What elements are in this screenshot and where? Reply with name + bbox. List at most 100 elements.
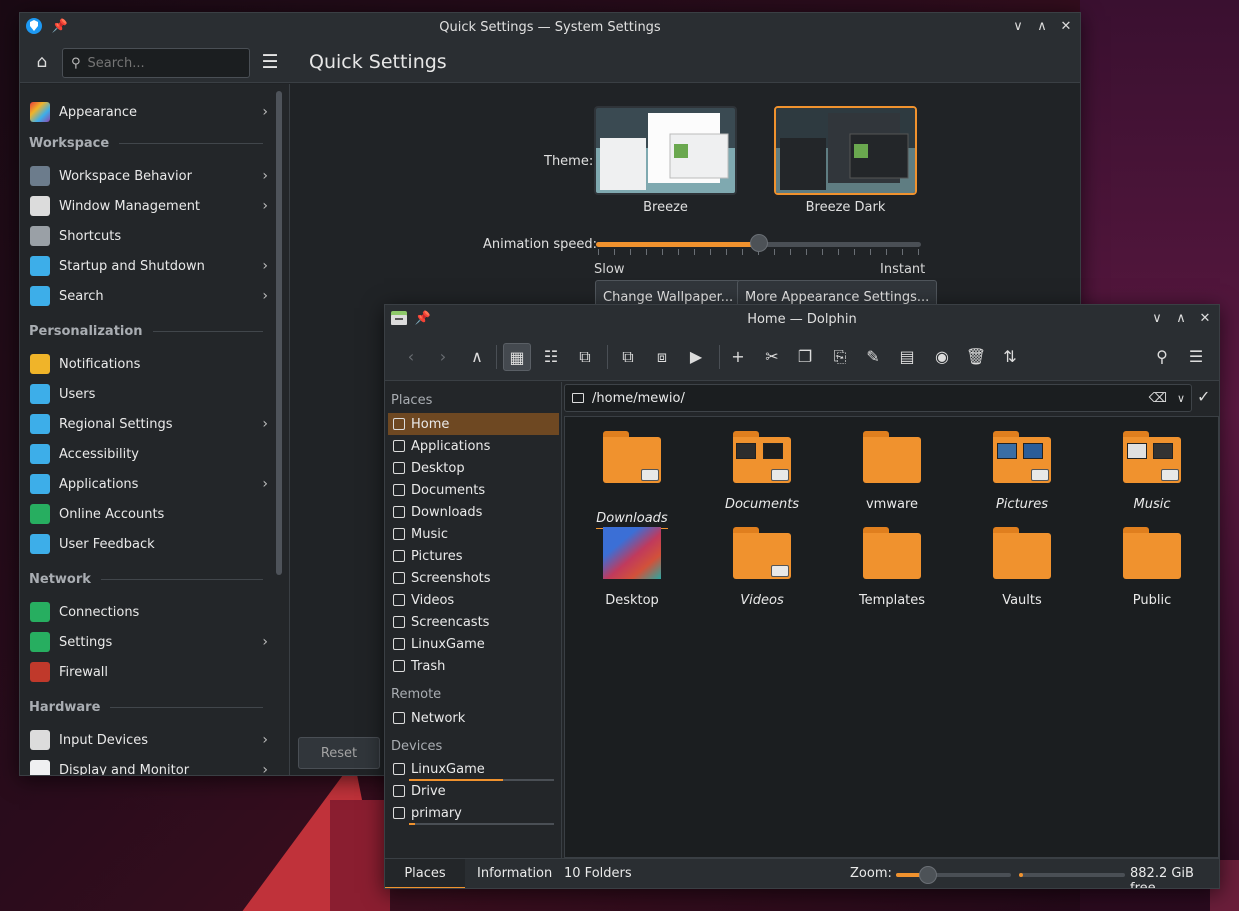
location-path[interactable]: /home/mewio/ — [592, 391, 685, 406]
details-view-icon[interactable]: ⧉ — [571, 343, 599, 371]
places-item-music[interactable]: Music — [388, 523, 559, 545]
places-item-linuxgame[interactable]: LinuxGame — [388, 633, 559, 655]
paste-icon[interactable]: ⎘ — [826, 343, 854, 371]
compact-view-icon[interactable]: ☷ — [537, 343, 565, 371]
folder-icon — [393, 440, 405, 452]
split-view-icon[interactable]: ⧉ — [614, 343, 642, 371]
zoom-handle[interactable] — [919, 866, 937, 884]
folder-item-vmware[interactable]: vmware — [842, 431, 942, 512]
reset-button[interactable]: Reset — [298, 737, 380, 769]
location-bar[interactable]: /home/mewio/ ⌫ ∨ — [564, 384, 1192, 412]
theme-card-breeze-dark[interactable] — [774, 106, 917, 195]
rename-icon[interactable]: ✎ — [859, 343, 887, 371]
sidebar-item-display-and-monitor[interactable]: Display and Monitor › — [28, 756, 268, 775]
system-settings-app-icon[interactable] — [24, 17, 44, 37]
tab-information[interactable]: Information — [465, 859, 564, 888]
settings-titlebar[interactable]: 📌 Quick Settings — System Settings ∨ ∧ ✕ — [20, 13, 1080, 41]
places-item-screenshots[interactable]: Screenshots — [388, 567, 559, 589]
preview-icon[interactable]: ◉ — [928, 343, 956, 371]
sidebar-item-input-devices[interactable]: Input Devices › — [28, 726, 268, 754]
menu-button[interactable]: ☰ — [258, 50, 282, 74]
pin-icon[interactable]: 📌 — [413, 309, 433, 329]
sidebar-item-search[interactable]: Search › — [28, 282, 268, 310]
icons-view-icon[interactable]: ▦ — [503, 343, 531, 371]
sidebar-item-startup-and-shutdown[interactable]: Startup and Shutdown › — [28, 252, 268, 280]
places-item-network[interactable]: Network — [388, 707, 559, 729]
places-section-heading: Remote — [391, 687, 442, 702]
minimize-button[interactable]: ∨ — [1147, 309, 1167, 329]
theme-card-breeze[interactable] — [594, 106, 737, 195]
close-button[interactable]: ✕ — [1195, 309, 1215, 329]
places-item-trash[interactable]: Trash — [388, 655, 559, 677]
back-icon[interactable]: ‹ — [397, 343, 425, 371]
places-item-home[interactable]: Home — [388, 413, 559, 435]
chevron-down-icon[interactable]: ∨ — [1177, 392, 1185, 405]
slider-handle[interactable] — [749, 234, 768, 252]
maximize-button[interactable]: ∧ — [1032, 17, 1052, 37]
places-item-documents[interactable]: Documents — [388, 479, 559, 501]
places-item-primary[interactable]: primary — [388, 802, 559, 824]
folder-item-vaults[interactable]: Vaults — [972, 527, 1072, 608]
search-input[interactable] — [87, 55, 238, 71]
up-icon[interactable]: ∧ — [463, 343, 491, 371]
folder-item-videos[interactable]: Videos — [712, 527, 812, 608]
new-window-icon[interactable]: ⧈ — [648, 343, 676, 371]
sidebar-item-window-management[interactable]: Window Management › — [28, 192, 268, 220]
zoom-slider[interactable] — [896, 873, 1011, 877]
sidebar-item-regional-settings[interactable]: Regional Settings › — [28, 410, 268, 438]
places-item-screencasts[interactable]: Screencasts — [388, 611, 559, 633]
sidebar-item-applications[interactable]: Applications › — [28, 470, 268, 498]
sidebar-item-accessibility[interactable]: Accessibility — [28, 440, 268, 468]
home-button[interactable]: ⌂ — [30, 50, 54, 74]
search-icon[interactable]: ⚲ — [1148, 343, 1176, 371]
tab-places[interactable]: Places — [385, 859, 465, 888]
sidebar-item-users[interactable]: Users — [28, 380, 268, 408]
folder-item-downloads[interactable]: Downloads — [582, 431, 682, 529]
folder-item-music[interactable]: Music — [1102, 431, 1202, 512]
folder-item-public[interactable]: Public — [1102, 527, 1202, 608]
slider-fill — [596, 242, 759, 247]
places-item-applications[interactable]: Applications — [388, 435, 559, 457]
slider-tick — [630, 249, 631, 255]
dolphin-app-icon[interactable] — [389, 309, 409, 329]
sidebar-item-connections[interactable]: Connections — [28, 598, 268, 626]
sidebar-item-online-accounts[interactable]: Online Accounts — [28, 500, 268, 528]
cut-icon[interactable]: ✂ — [758, 343, 786, 371]
sidebar-item-firewall[interactable]: Firewall — [28, 658, 268, 686]
folder-item-pictures[interactable]: Pictures — [972, 431, 1072, 512]
properties-icon[interactable]: ▤ — [893, 343, 921, 371]
places-item-downloads[interactable]: Downloads — [388, 501, 559, 523]
sidebar-item-settings[interactable]: Settings › — [28, 628, 268, 656]
close-button[interactable]: ✕ — [1056, 17, 1076, 37]
sidebar-item-user-feedback[interactable]: User Feedback — [28, 530, 268, 558]
trash-icon[interactable]: 🗑 — [962, 343, 990, 371]
sidebar-item-appearance[interactable]: Appearance › — [28, 98, 268, 126]
confirm-location-icon[interactable]: ✓ — [1197, 387, 1210, 406]
sidebar-item-shortcuts[interactable]: Shortcuts — [28, 222, 268, 250]
new-folder-icon[interactable]: + — [724, 343, 752, 371]
maximize-button[interactable]: ∧ — [1171, 309, 1191, 329]
copy-icon[interactable]: ❐ — [791, 343, 819, 371]
pin-icon[interactable]: 📌 — [50, 17, 70, 37]
folder-item-documents[interactable]: Documents — [712, 431, 812, 512]
minimize-button[interactable]: ∨ — [1008, 17, 1028, 37]
places-item-drive[interactable]: Drive — [388, 780, 559, 802]
places-item-linuxgame[interactable]: LinuxGame — [388, 758, 559, 780]
forward-icon[interactable]: › — [429, 343, 457, 371]
menu-icon[interactable]: ☰ — [1182, 343, 1210, 371]
chevron-right-icon: › — [262, 198, 268, 214]
dolphin-titlebar[interactable]: 📌 Home — Dolphin ∨ ∧ ✕ — [385, 305, 1219, 333]
places-item-videos[interactable]: Videos — [388, 589, 559, 611]
sidebar-item-notifications[interactable]: Notifications — [28, 350, 268, 378]
file-view[interactable]: Downloads Documents vmware Pictures Music Des… — [564, 416, 1219, 858]
folder-item-desktop[interactable]: Desktop — [582, 527, 682, 608]
sort-icon[interactable]: ⇅ — [996, 343, 1024, 371]
places-item-desktop[interactable]: Desktop — [388, 457, 559, 479]
search-field[interactable]: ⚲ — [62, 48, 250, 78]
sidebar-scrollbar[interactable] — [276, 91, 282, 575]
terminal-icon[interactable]: ▶ — [682, 343, 710, 371]
clear-location-icon[interactable]: ⌫ — [1149, 391, 1167, 406]
folder-item-templates[interactable]: Templates — [842, 527, 942, 608]
sidebar-item-workspace-behavior[interactable]: Workspace Behavior › — [28, 162, 268, 190]
places-item-pictures[interactable]: Pictures — [388, 545, 559, 567]
